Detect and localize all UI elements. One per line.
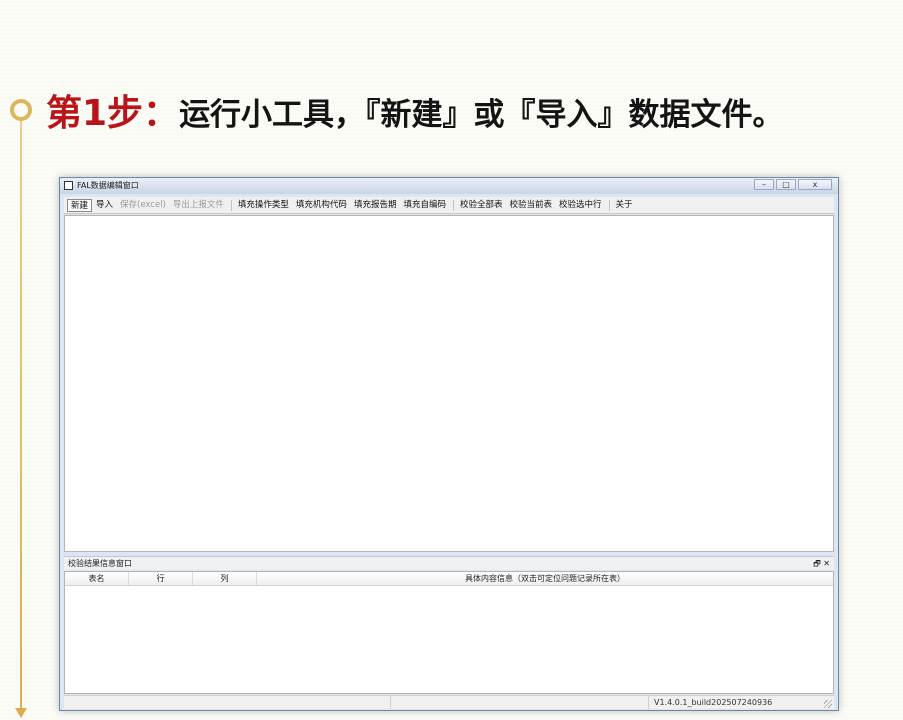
- results-table[interactable]: 表名 行 列 具体内容信息（双击可定位问题记录所在表）: [64, 571, 834, 694]
- menu-validate-current[interactable]: 校验当前表: [506, 199, 555, 212]
- app-window: FAL数据编辑窗口 – □ x 新建 导入 保存(excel) 导出上报文件 填…: [59, 177, 839, 711]
- menu-separator: [608, 199, 610, 211]
- menu-save-excel[interactable]: 保存(excel): [117, 199, 169, 212]
- float-panel-icon[interactable]: 🗗: [813, 559, 821, 568]
- version-label: V1.4.0.1_build202507240936: [654, 698, 773, 707]
- step-headline: 第1步：运行小工具，『新建』或『导入』数据文件。: [46, 84, 784, 136]
- close-button[interactable]: x: [798, 179, 832, 190]
- maximize-button[interactable]: □: [776, 179, 796, 190]
- data-editor-area[interactable]: [64, 215, 834, 552]
- timeline-marker-icon: [10, 99, 32, 121]
- menu-validate-selected[interactable]: 校验选中行: [556, 199, 605, 212]
- menu-fill-self-code[interactable]: 填充自编码: [400, 199, 449, 212]
- menu-fill-report-period[interactable]: 填充报告期: [351, 199, 400, 212]
- status-divider: [390, 696, 391, 709]
- results-panel-header: 校验结果信息窗口 🗗 ✕: [64, 556, 834, 570]
- timeline-line: [20, 118, 22, 710]
- menu-separator: [230, 199, 232, 211]
- menubar: 新建 导入 保存(excel) 导出上报文件 填充操作类型 填充机构代码 填充报…: [64, 197, 834, 214]
- menu-fill-org-code[interactable]: 填充机构代码: [293, 199, 350, 212]
- close-panel-icon[interactable]: ✕: [823, 559, 830, 568]
- column-header-table-name[interactable]: 表名: [65, 572, 129, 585]
- results-table-header: 表名 行 列 具体内容信息（双击可定位问题记录所在表）: [65, 572, 833, 586]
- timeline-arrow-icon: [15, 708, 27, 718]
- window-titlebar: FAL数据编辑窗口 – □ x: [60, 178, 838, 194]
- menu-new[interactable]: 新建: [67, 198, 93, 212]
- column-header-column[interactable]: 列: [193, 572, 257, 585]
- app-icon: [64, 181, 73, 190]
- results-panel-title: 校验结果信息窗口: [68, 559, 132, 568]
- menu-fill-operation-type[interactable]: 填充操作类型: [235, 199, 292, 212]
- menu-import[interactable]: 导入: [93, 199, 116, 212]
- step-label: 第1步：: [46, 93, 180, 134]
- window-title: FAL数据编辑窗口: [77, 181, 139, 190]
- minimize-button[interactable]: –: [754, 179, 774, 190]
- menu-export-report[interactable]: 导出上报文件: [170, 199, 227, 212]
- column-header-row[interactable]: 行: [129, 572, 193, 585]
- menu-validate-all[interactable]: 校验全部表: [457, 199, 506, 212]
- statusbar: V1.4.0.1_build202507240936: [64, 695, 834, 709]
- status-divider: [648, 696, 649, 709]
- menu-about[interactable]: 关于: [613, 199, 636, 212]
- menu-separator: [452, 199, 454, 211]
- column-header-details[interactable]: 具体内容信息（双击可定位问题记录所在表）: [257, 572, 833, 585]
- step-description: 运行小工具，『新建』或『导入』数据文件。: [179, 97, 784, 133]
- window-controls: – □ x: [754, 179, 832, 190]
- resize-grip-icon[interactable]: [824, 700, 832, 708]
